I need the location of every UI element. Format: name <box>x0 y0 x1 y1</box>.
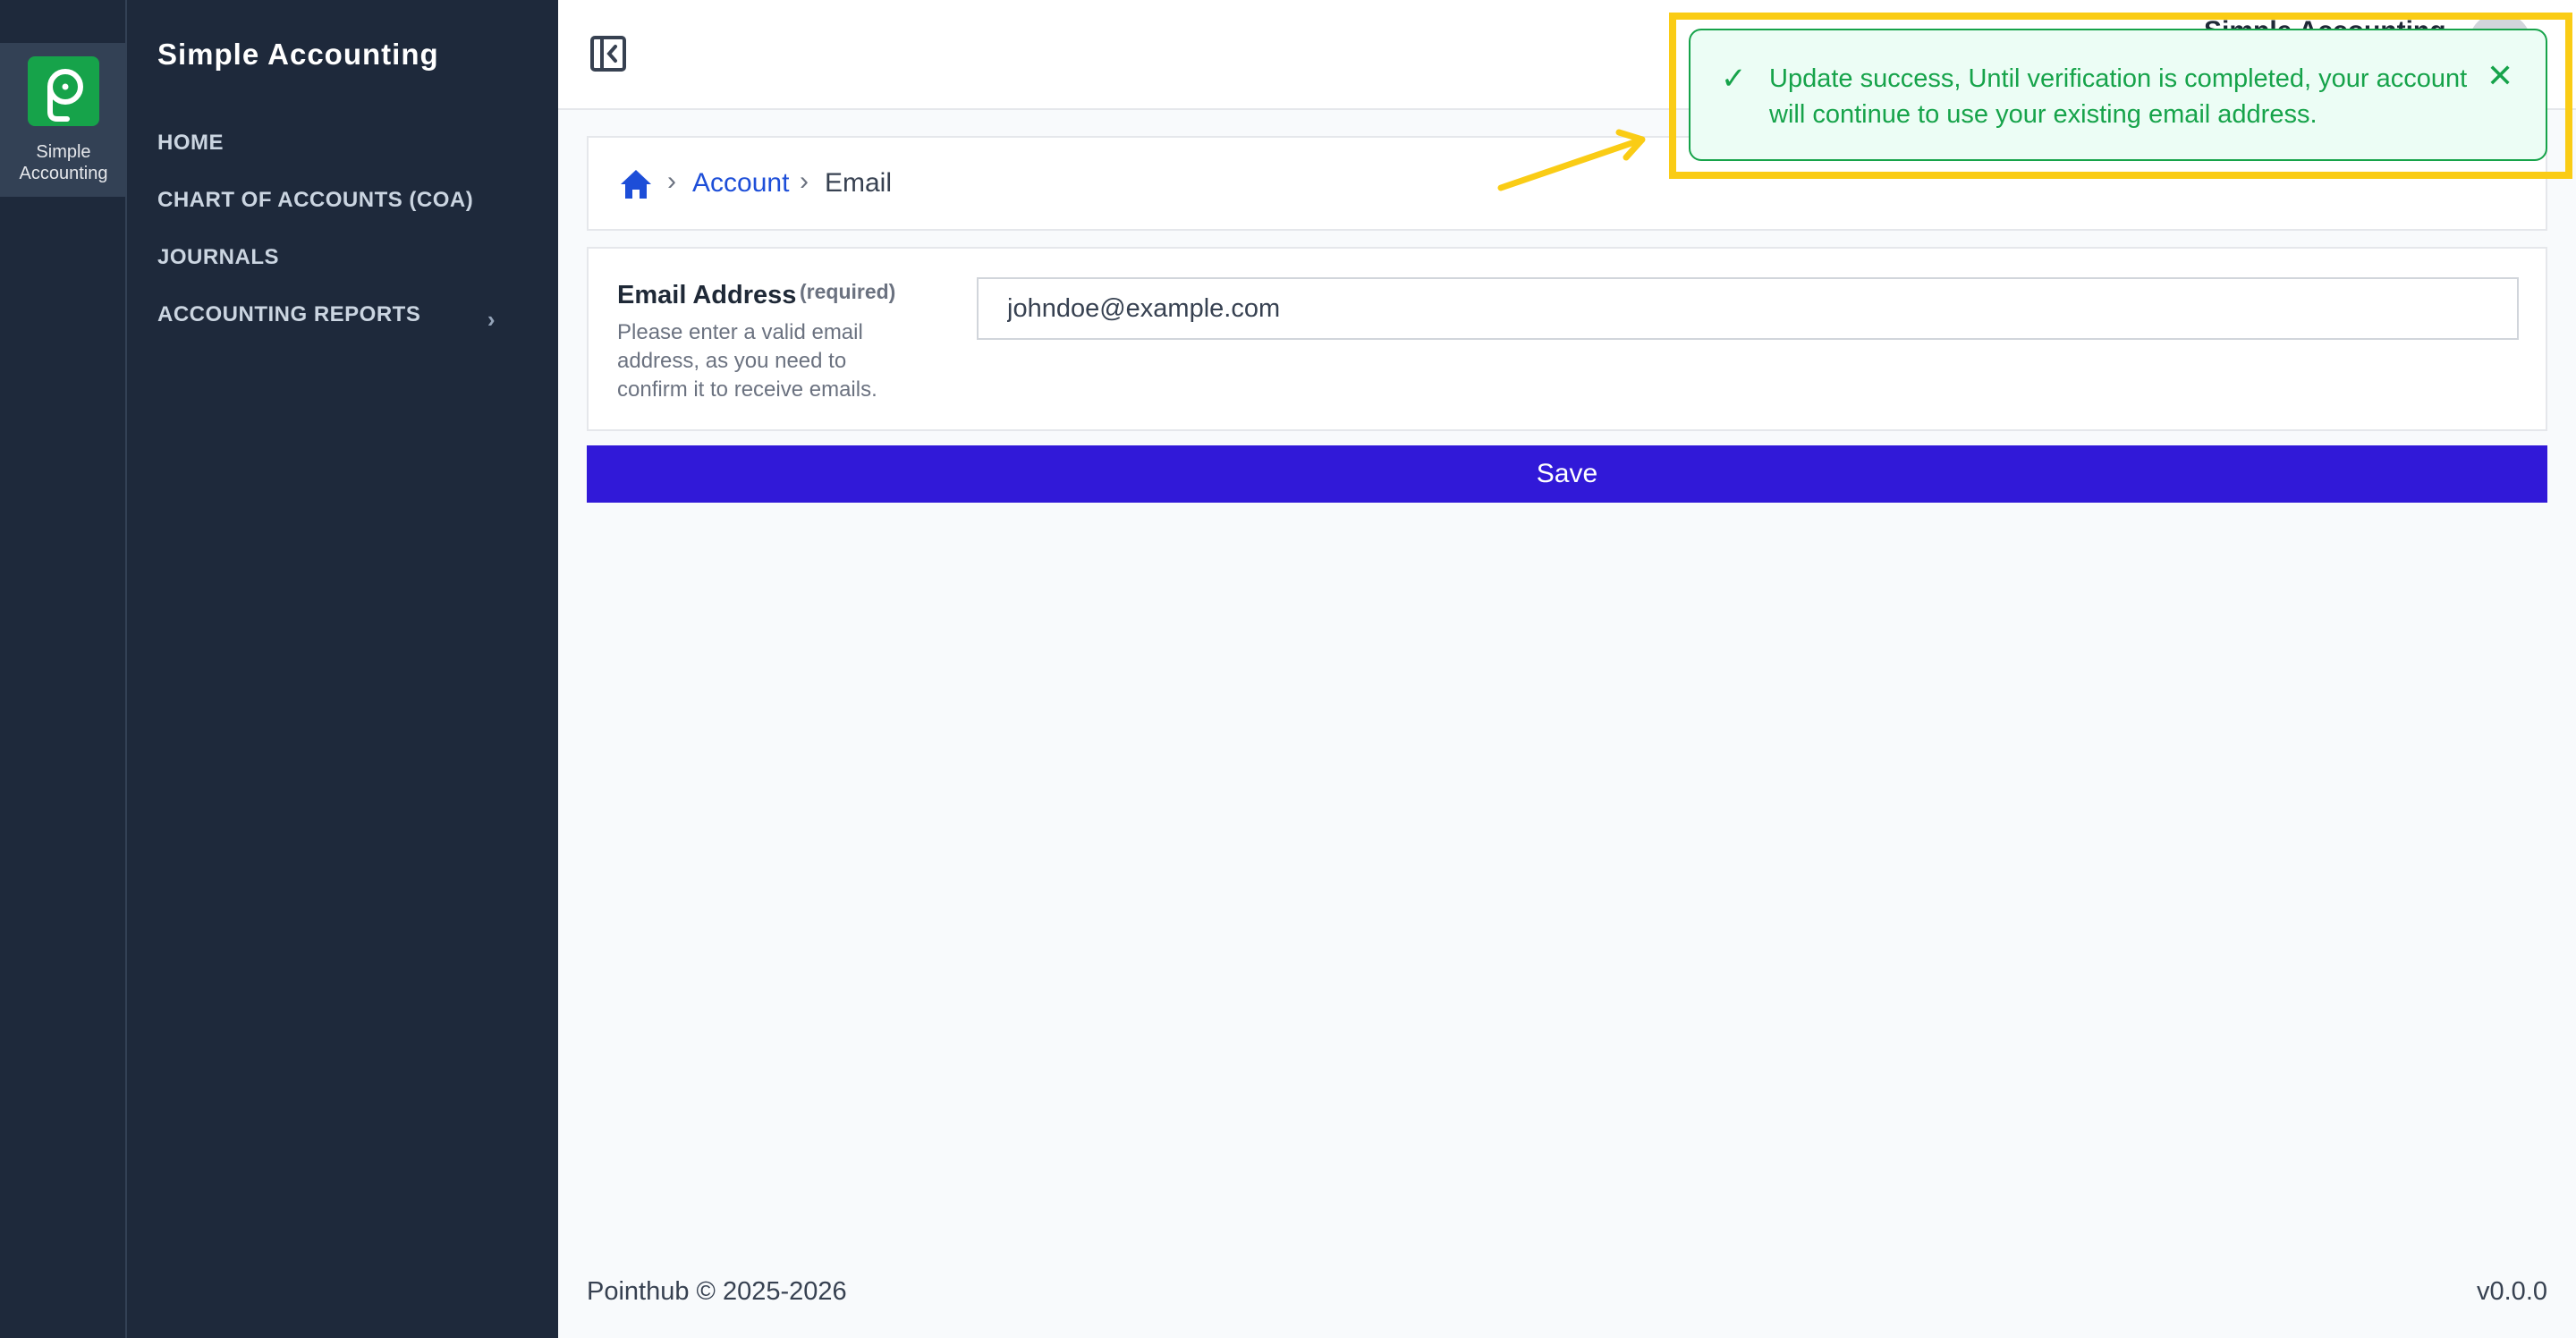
close-icon[interactable]: ✕ <box>2487 57 2513 95</box>
pointhub-p-logo-icon <box>47 69 83 122</box>
sidebar-item-journals[interactable]: JOURNALS <box>157 245 279 270</box>
app-rail-label: Simple Accounting <box>19 142 108 183</box>
save-button[interactable]: Save <box>587 445 2547 503</box>
sidebar-item-label: ACCOUNTING REPORTS <box>157 302 421 326</box>
footer-copyright: Pointhub © 2025-2026 <box>587 1277 847 1306</box>
chevron-right-icon: › <box>667 166 676 196</box>
app-rail: Simple Accounting <box>0 0 127 1338</box>
app-switcher-item[interactable]: Simple Accounting <box>0 43 127 197</box>
success-toast: ✓ Update success, Until verification is … <box>1689 29 2547 161</box>
sidebar-item-label: CHART OF ACCOUNTS (COA) <box>157 188 474 212</box>
sidebar-collapse-icon <box>590 36 626 72</box>
annotation-arrow <box>1497 129 1646 191</box>
breadcrumb-link-account[interactable]: Account <box>692 168 789 199</box>
required-tag: (required) <box>800 280 896 303</box>
sidebar-item-accounting-reports[interactable]: ACCOUNTING REPORTS › <box>157 302 528 333</box>
sidebar-item-label: HOME <box>157 131 224 155</box>
brand-title: Simple Accounting <box>157 38 439 71</box>
email-field[interactable] <box>977 277 2519 340</box>
email-field-label: Email Address <box>617 281 797 309</box>
sidebar-item-home[interactable]: HOME <box>157 131 224 156</box>
breadcrumb-home[interactable] <box>619 168 653 205</box>
check-icon: ✓ <box>1721 62 1747 96</box>
breadcrumb-current: Email <box>825 168 893 198</box>
home-icon <box>621 170 651 199</box>
sidebar-item-label: JOURNALS <box>157 245 280 269</box>
footer-version: v0.0.0 <box>2477 1277 2547 1306</box>
sidebar-item-chart-of-accounts[interactable]: CHART OF ACCOUNTS (COA) <box>157 188 473 213</box>
sidebar-collapse-button[interactable] <box>590 36 626 72</box>
chevron-right-icon: › <box>800 166 809 196</box>
email-form-card: Email Address (required) Please enter a … <box>587 247 2547 431</box>
chevron-right-icon: › <box>487 306 496 333</box>
sidebar: Simple Accounting HOME CHART OF ACCOUNTS… <box>127 0 558 1338</box>
email-field-help: Please enter a valid email address, as y… <box>617 320 877 402</box>
toast-message: Update success, Until verification is co… <box>1769 64 2468 129</box>
app-logo <box>28 56 99 126</box>
